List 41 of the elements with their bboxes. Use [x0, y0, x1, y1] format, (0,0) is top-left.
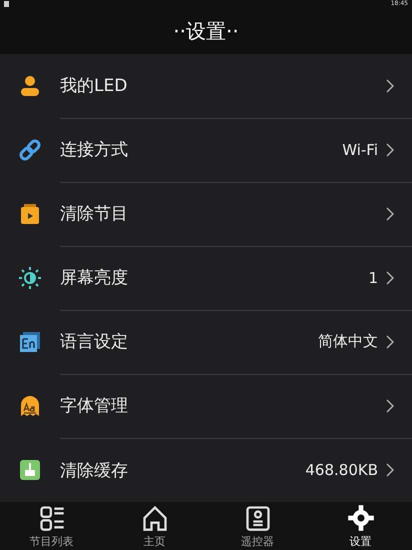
- chevron-icon: [386, 334, 394, 348]
- setting-label: 连接方式: [60, 139, 129, 161]
- person-icon: [18, 74, 42, 98]
- setting-label: 语言设定: [60, 331, 129, 353]
- setting-value: Wi-Fi: [342, 140, 378, 158]
- settings-row[interactable]: 清除缓存 468.80KB: [0, 438, 412, 502]
- settings-row[interactable]: 屏幕亮度 1: [0, 246, 412, 310]
- tab[interactable]: 节目列表: [0, 502, 103, 550]
- chevron-icon: [386, 463, 394, 477]
- setting-value: 468.80KB: [305, 461, 378, 479]
- settings-row[interactable]: 语言设定 简体中文: [0, 310, 412, 374]
- list-icon: [38, 504, 66, 532]
- home-icon: [140, 504, 168, 532]
- tab[interactable]: 设置: [309, 502, 412, 550]
- setting-label: 屏幕亮度: [60, 267, 129, 289]
- setting-label: 清除缓存: [60, 460, 129, 482]
- tab[interactable]: 主页: [103, 502, 206, 550]
- setting-label: 字体管理: [60, 395, 129, 417]
- chevron-icon: [386, 398, 394, 412]
- setting-value: 简体中文: [318, 332, 378, 351]
- setting-label: 我的LED: [60, 75, 128, 97]
- chevron-icon: [386, 270, 394, 284]
- language-icon: [18, 330, 42, 354]
- folder-play-icon: [18, 202, 42, 226]
- settings-row[interactable]: 连接方式 Wi-Fi: [0, 118, 412, 182]
- setting-value: 1: [368, 268, 378, 286]
- chevron-icon: [386, 206, 394, 220]
- remote-icon: [244, 504, 272, 532]
- broom-icon: [18, 458, 42, 482]
- notification-icon: [4, 1, 9, 8]
- settings-row[interactable]: 我的LED: [0, 54, 412, 118]
- tab[interactable]: 遥控器: [206, 502, 309, 550]
- settings-row[interactable]: 清除节目: [0, 182, 412, 246]
- chevron-icon: [386, 78, 394, 92]
- settings-row[interactable]: 字体管理: [0, 374, 412, 438]
- page-title: ··设置··: [173, 18, 239, 45]
- chevron-icon: [386, 142, 394, 156]
- link-icon: [18, 138, 42, 162]
- setting-label: 清除节目: [60, 203, 129, 225]
- font-icon: [18, 394, 42, 418]
- brightness-icon: [18, 266, 42, 290]
